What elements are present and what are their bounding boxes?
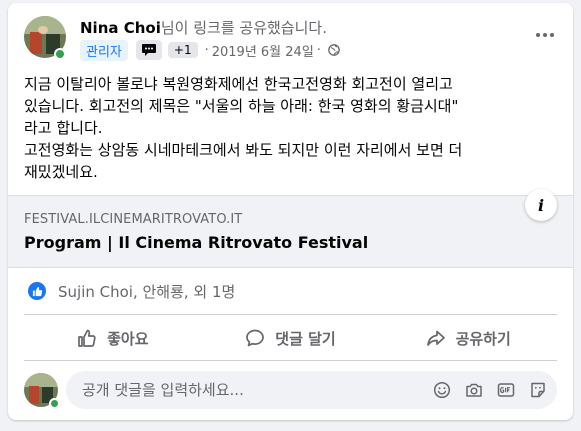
share-label: 공유하기 xyxy=(455,329,511,348)
like-reaction-icon xyxy=(28,282,46,300)
link-preview[interactable]: FESTIVAL.ILCINEMARITROVATO.IT Program | … xyxy=(8,189,573,268)
camera-icon[interactable] xyxy=(463,379,485,401)
divider xyxy=(24,314,557,315)
author-line: Nina Choi님이 링크를 공유했습니다. xyxy=(80,17,327,38)
gif-icon[interactable] xyxy=(495,379,517,401)
link-domain: FESTIVAL.ILCINEMARITROVATO.IT xyxy=(24,212,243,227)
post-date[interactable]: 2019년 6월 24일 xyxy=(212,41,314,60)
like-label: 좋아요 xyxy=(107,329,149,348)
meta-separator: · xyxy=(204,42,209,58)
admin-badge[interactable]: 관리자 xyxy=(80,39,128,61)
info-icon[interactable]: i xyxy=(525,189,557,221)
comment-icon xyxy=(246,329,265,347)
post-text-line: 지금 이탈리아 볼로냐 복원영화제에선 한국고전영화 회고전이 열리고 xyxy=(24,75,453,93)
comment-label: 댓글 달기 xyxy=(275,329,336,348)
share-icon xyxy=(426,330,445,346)
share-button[interactable]: 공유하기 xyxy=(379,319,557,357)
post-text-line: 있습니다. 회고전의 제목은 "서울의 하늘 아래: 한국 영화의 황금시대" xyxy=(24,97,459,115)
post-text-line: 고전영화는 상암동 시네마테크에서 봐도 되지만 이런 자리에서 보면 더 xyxy=(24,141,463,159)
chat-badge-icon[interactable] xyxy=(135,40,162,60)
online-status-indicator xyxy=(49,398,60,409)
link-title[interactable]: Program | Il Cinema Ritrovato Festival xyxy=(24,233,368,252)
comment-composer xyxy=(24,371,557,409)
like-icon xyxy=(78,329,96,347)
author-name[interactable]: Nina Choi xyxy=(80,19,161,37)
post-text-line: 재밌겠네요. xyxy=(24,163,98,181)
reactions-summary[interactable]: Sujin Choi, 안해룡, 외 1명 xyxy=(28,279,235,303)
post-header: Nina Choi님이 링크를 공유했습니다. 관리자 +1 · 2019년 6… xyxy=(8,3,573,67)
more-options-button[interactable] xyxy=(533,25,557,45)
post-text: 지금 이탈리아 볼로냐 복원영화제에선 한국고전영화 회고전이 열리고 있습니다… xyxy=(24,73,559,183)
comment-button[interactable]: 댓글 달기 xyxy=(202,319,380,357)
plus-badge[interactable]: +1 xyxy=(167,42,198,58)
comment-box[interactable] xyxy=(66,371,557,409)
globe-icon[interactable] xyxy=(328,44,340,56)
comment-tools xyxy=(421,379,549,401)
online-status-indicator xyxy=(54,48,66,60)
post-actions: 좋아요 댓글 달기 공유하기 xyxy=(24,319,557,357)
post-action-text: 님이 링크를 공유했습니다. xyxy=(160,19,327,37)
sticker-icon[interactable] xyxy=(527,379,549,401)
post-text-line: 라고 합니다. xyxy=(24,119,103,137)
divider xyxy=(24,360,557,361)
meta-separator: · xyxy=(316,42,321,58)
post-meta: 관리자 +1 · 2019년 6월 24일 · xyxy=(80,39,340,61)
comment-input[interactable] xyxy=(66,371,406,409)
more-icon xyxy=(536,33,540,37)
like-button[interactable]: 좋아요 xyxy=(24,319,202,357)
post-card: Nina Choi님이 링크를 공유했습니다. 관리자 +1 · 2019년 6… xyxy=(8,3,573,420)
emoji-icon[interactable] xyxy=(431,379,453,401)
reactions-text[interactable]: Sujin Choi, 안해룡, 외 1명 xyxy=(58,281,235,302)
